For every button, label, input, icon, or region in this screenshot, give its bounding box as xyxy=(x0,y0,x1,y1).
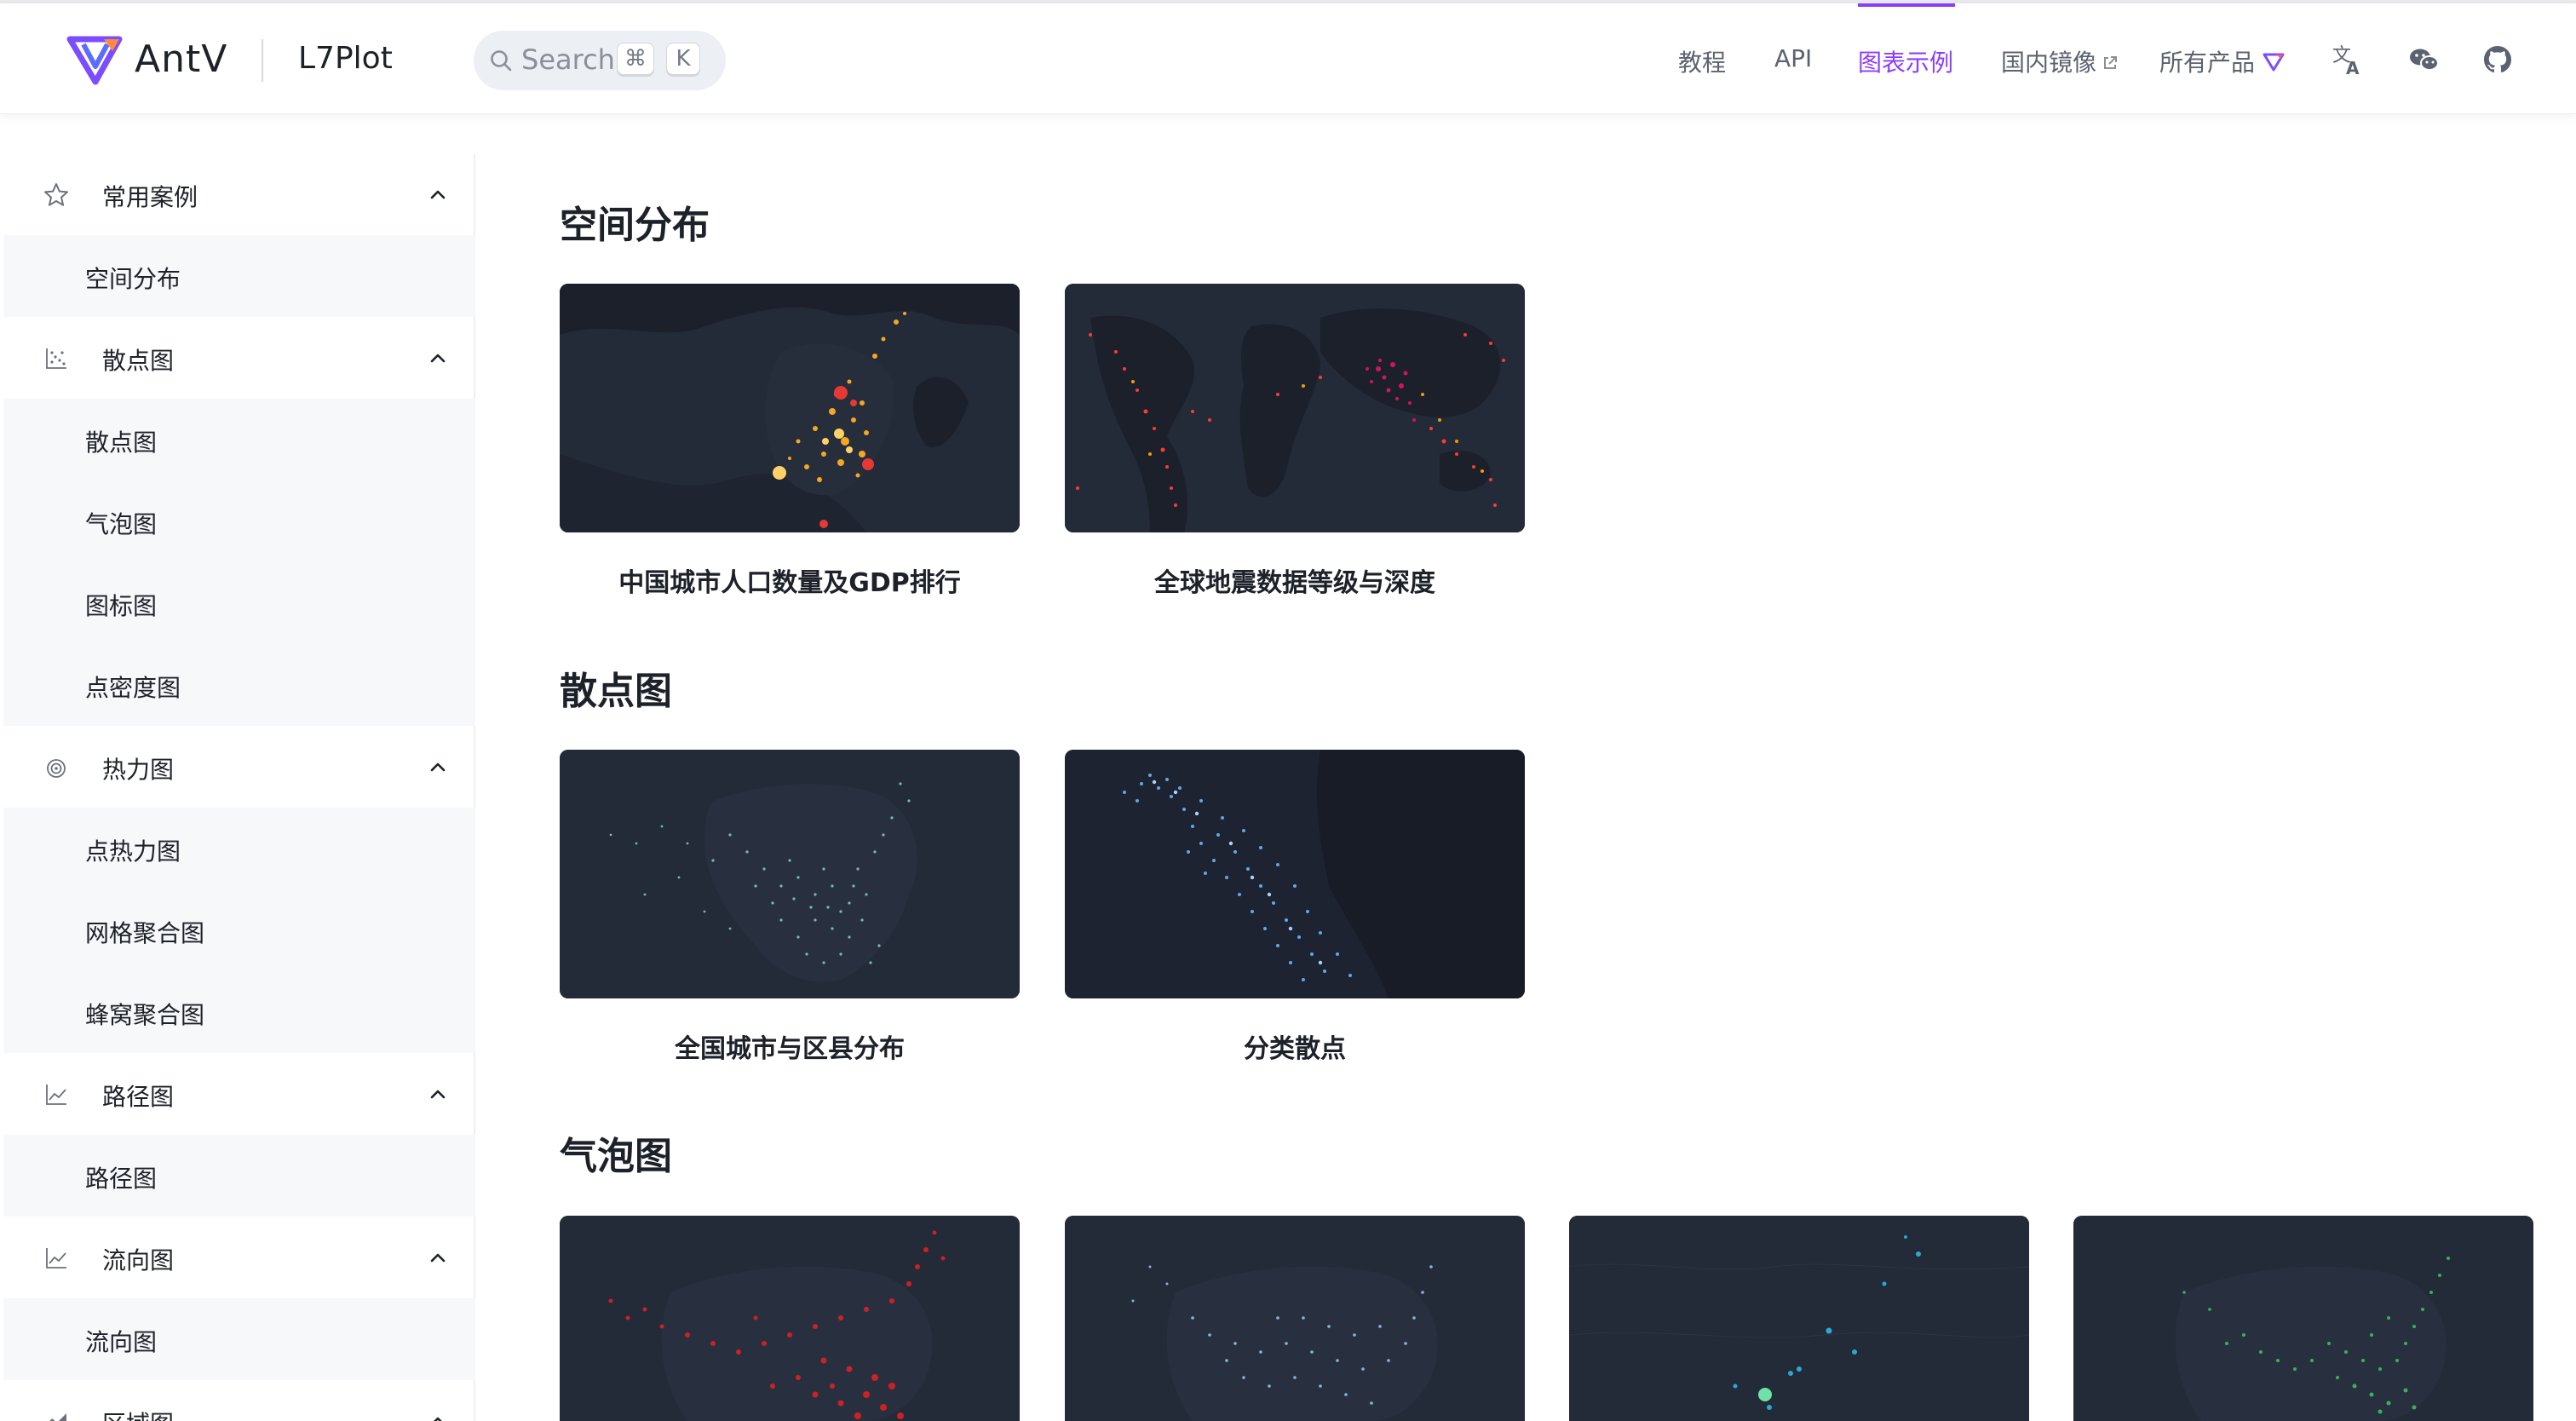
chevron-up-icon xyxy=(430,762,446,772)
sidebar-item-grid-aggregation[interactable]: 网格聚合图 xyxy=(3,889,475,971)
line-chart-icon xyxy=(46,1084,66,1105)
sidebar-item-dot-density[interactable]: 点密度图 xyxy=(3,644,475,726)
example-thumbnail[interactable] xyxy=(1065,1216,1525,1421)
sidebar-item-spatial-distribution[interactable]: 空间分布 xyxy=(3,235,475,317)
svg-text:A: A xyxy=(2346,58,2360,77)
example-thumbnail[interactable] xyxy=(1065,750,1525,998)
top-navbar: AntV L7Plot Search ⌘ K 教程 API 图表示例 国内镜像 … xyxy=(0,3,2576,114)
example-card-title[interactable]: 分类散点 xyxy=(1065,1027,1525,1065)
sidebar-group-label: 区域图 xyxy=(102,1406,174,1421)
example-card-title[interactable]: 全球地震数据等级与深度 xyxy=(1065,561,1525,599)
sidebar-item-label: 点热力图 xyxy=(85,837,181,866)
example-thumbnail[interactable] xyxy=(2073,1216,2533,1421)
scatter-icon xyxy=(46,348,66,369)
section-title-scatter: 散点图 xyxy=(560,670,672,713)
sidebar-item-label: 气泡图 xyxy=(85,510,158,538)
sidebar-item-label: 点密度图 xyxy=(85,674,181,702)
example-thumbnail[interactable] xyxy=(560,750,1020,998)
sidebar-item-label: 散点图 xyxy=(85,429,158,457)
nav-china-mirror[interactable]: 国内镜像 xyxy=(2001,44,2119,78)
example-thumbnail[interactable] xyxy=(1569,1216,2029,1421)
chevron-up-icon xyxy=(434,1417,442,1421)
nav-api[interactable]: API xyxy=(1774,44,1812,72)
translate-icon[interactable]: 文 A xyxy=(2331,43,2365,77)
nav-all-products[interactable]: 所有产品 xyxy=(2159,44,2285,78)
nav-active-indicator xyxy=(1858,3,1955,7)
sidebar-item-hexbin-aggregation[interactable]: 蜂窝聚合图 xyxy=(3,971,475,1053)
sidebar-item-flow[interactable]: 流向图 xyxy=(3,1298,475,1380)
sidebar-group-label: 散点图 xyxy=(102,347,175,375)
sidebar-group-flow[interactable]: 流向图 xyxy=(0,1217,475,1298)
antv-logo-icon[interactable] xyxy=(66,34,123,85)
sidebar-group-label: 路径图 xyxy=(102,1083,175,1111)
sidebar-item-icon-map[interactable]: 图标图 xyxy=(3,562,475,644)
example-thumbnail[interactable] xyxy=(1065,284,1525,532)
nav-tutorial[interactable]: 教程 xyxy=(1678,44,1726,78)
example-thumbnail[interactable] xyxy=(560,1216,1020,1421)
section-title-bubble: 气泡图 xyxy=(560,1135,672,1178)
nav-all-products-label: 所有产品 xyxy=(2159,49,2256,77)
heatmap-icon xyxy=(47,759,66,778)
sidebar-item-label: 路径图 xyxy=(85,1165,158,1193)
search-icon xyxy=(491,50,512,72)
sidebar-group-heatmap[interactable]: 热力图 xyxy=(0,726,475,808)
search-placeholder: Search xyxy=(521,43,615,76)
chevron-up-icon xyxy=(430,1090,446,1099)
star-icon xyxy=(44,183,68,206)
line-chart-icon xyxy=(46,1248,66,1269)
sidebar-group-common[interactable]: 常用案例 xyxy=(0,153,475,235)
shortcut-k-key: K xyxy=(666,43,700,75)
sidebar: 常用案例 空间分布 散点图 散点图 气泡图 图标图 点密度图 热力图 点热力图 … xyxy=(0,153,475,1421)
sidebar-item-label: 网格聚合图 xyxy=(85,919,205,947)
github-icon[interactable] xyxy=(2481,43,2515,77)
area-chart-icon xyxy=(49,1413,66,1421)
sidebar-item-label: 图标图 xyxy=(85,592,158,620)
sidebar-item-point-heatmap[interactable]: 点热力图 xyxy=(3,808,475,889)
sidebar-group-area[interactable]: 区域图 xyxy=(0,1380,475,1421)
sidebar-item-label: 蜂窝聚合图 xyxy=(85,1001,205,1029)
sidebar-item-label: 流向图 xyxy=(85,1328,158,1356)
search-box[interactable]: Search ⌘ K xyxy=(474,31,726,90)
antv-mini-logo-icon xyxy=(2263,53,2285,72)
sidebar-item-label: 空间分布 xyxy=(85,265,181,293)
shortcut-cmd-key: ⌘ xyxy=(617,43,654,75)
chevron-up-icon xyxy=(430,354,446,363)
sidebar-group-label: 常用案例 xyxy=(102,183,198,211)
chevron-up-icon xyxy=(430,190,446,199)
wechat-icon[interactable] xyxy=(2407,43,2441,77)
chevron-up-icon xyxy=(430,1253,446,1263)
nav-china-mirror-label: 国内镜像 xyxy=(2001,49,2097,77)
sidebar-group-path[interactable]: 路径图 xyxy=(0,1053,475,1135)
brand-name[interactable]: AntV xyxy=(135,37,227,81)
example-thumbnail[interactable] xyxy=(560,284,1020,532)
example-card-title[interactable]: 全国城市与区县分布 xyxy=(560,1027,1020,1065)
sidebar-item-bubble[interactable]: 气泡图 xyxy=(3,480,475,562)
section-title-spatial-distribution: 空间分布 xyxy=(560,204,710,247)
sidebar-group-scatter[interactable]: 散点图 xyxy=(0,317,475,399)
nav-examples[interactable]: 图表示例 xyxy=(1858,44,1953,78)
sidebar-item-scatter[interactable]: 散点图 xyxy=(3,399,475,480)
brand-divider xyxy=(262,39,263,82)
sidebar-item-path[interactable]: 路径图 xyxy=(3,1135,475,1217)
external-link-icon xyxy=(2104,56,2118,69)
sidebar-group-label: 流向图 xyxy=(102,1246,175,1274)
product-name[interactable]: L7Plot xyxy=(298,41,393,76)
example-card-title[interactable]: 中国城市人口数量及GDP排行 xyxy=(560,561,1020,599)
sidebar-group-label: 热力图 xyxy=(102,756,175,784)
